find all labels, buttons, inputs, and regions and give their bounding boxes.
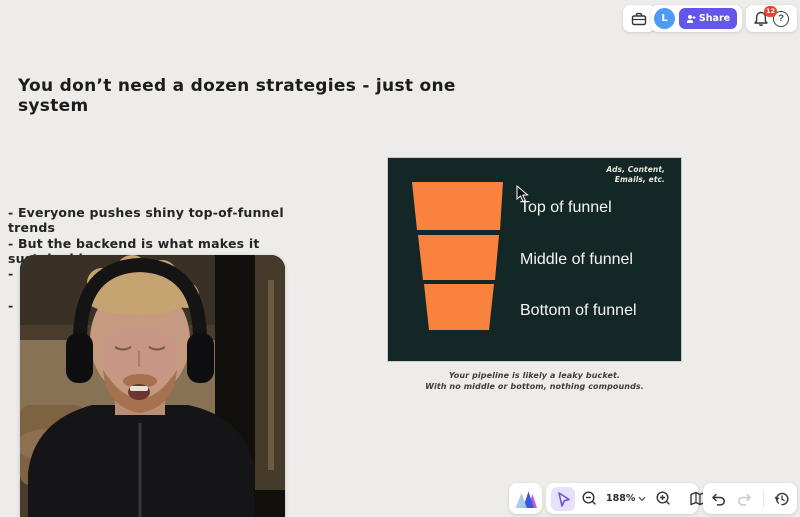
- undo-icon: [709, 490, 727, 508]
- zoom-out-icon: [581, 490, 598, 507]
- caption-line-2: With no middle or bottom, nothing compou…: [388, 382, 681, 393]
- funnel-diagram: [408, 181, 508, 334]
- redo-icon: [736, 490, 754, 508]
- notification-badge: 12: [764, 6, 777, 17]
- redo-button[interactable]: [733, 487, 757, 511]
- pointer-tool-button[interactable]: [551, 487, 575, 511]
- webcam-video-overlay: [20, 255, 285, 517]
- zoom-in-icon: [655, 490, 672, 507]
- assist-pill: [509, 483, 542, 514]
- zoom-level-value: 188%: [606, 493, 635, 504]
- history-clock-icon: [773, 490, 791, 508]
- board-title-text[interactable]: You don’t need a dozen strategies - just…: [18, 76, 478, 116]
- pointer-icon: [554, 490, 572, 508]
- history-pill: [703, 483, 797, 514]
- tools-pill: 188%: [546, 483, 698, 514]
- bullet-line[interactable]: - Everyone pushes shiny top-of-funnel tr…: [8, 205, 328, 235]
- notifications-button[interactable]: 12: [752, 10, 770, 28]
- share-pill: L Share: [651, 5, 742, 32]
- mouse-cursor-icon: [516, 185, 530, 203]
- funnel-label-bottom: Bottom of funnel: [520, 302, 637, 320]
- zoom-level-dropdown[interactable]: 188%: [603, 487, 649, 511]
- caption-line-1: Your pipeline is likely a leaky bucket.: [388, 371, 681, 382]
- share-label: Share: [699, 13, 730, 24]
- alerts-pill: 12 ?: [746, 5, 797, 32]
- chevron-down-icon: [638, 496, 646, 502]
- slide-caption[interactable]: Your pipeline is likely a leaky bucket. …: [388, 371, 681, 392]
- toolbox-button[interactable]: [627, 7, 651, 31]
- webcam-scene: [20, 255, 285, 517]
- zoom-out-button[interactable]: [577, 487, 601, 511]
- funnel-label-middle: Middle of funnel: [520, 251, 633, 269]
- share-person-icon: [686, 14, 696, 24]
- funnel-label-top: Top of funnel: [520, 199, 612, 217]
- divider: [763, 491, 764, 507]
- funnel-slide[interactable]: Top of funnel Middle of funnel Bottom of…: [388, 158, 681, 361]
- app-logo-icon: [514, 489, 538, 509]
- share-button[interactable]: Share: [679, 8, 737, 29]
- avatar[interactable]: L: [654, 8, 675, 29]
- undo-button[interactable]: [706, 487, 730, 511]
- briefcase-icon: [630, 10, 648, 28]
- slide-annotation: Ads, Content, Emails, etc.: [601, 165, 665, 184]
- zoom-in-button[interactable]: [651, 487, 675, 511]
- app-logo-button[interactable]: [512, 487, 540, 511]
- history-button[interactable]: [770, 487, 794, 511]
